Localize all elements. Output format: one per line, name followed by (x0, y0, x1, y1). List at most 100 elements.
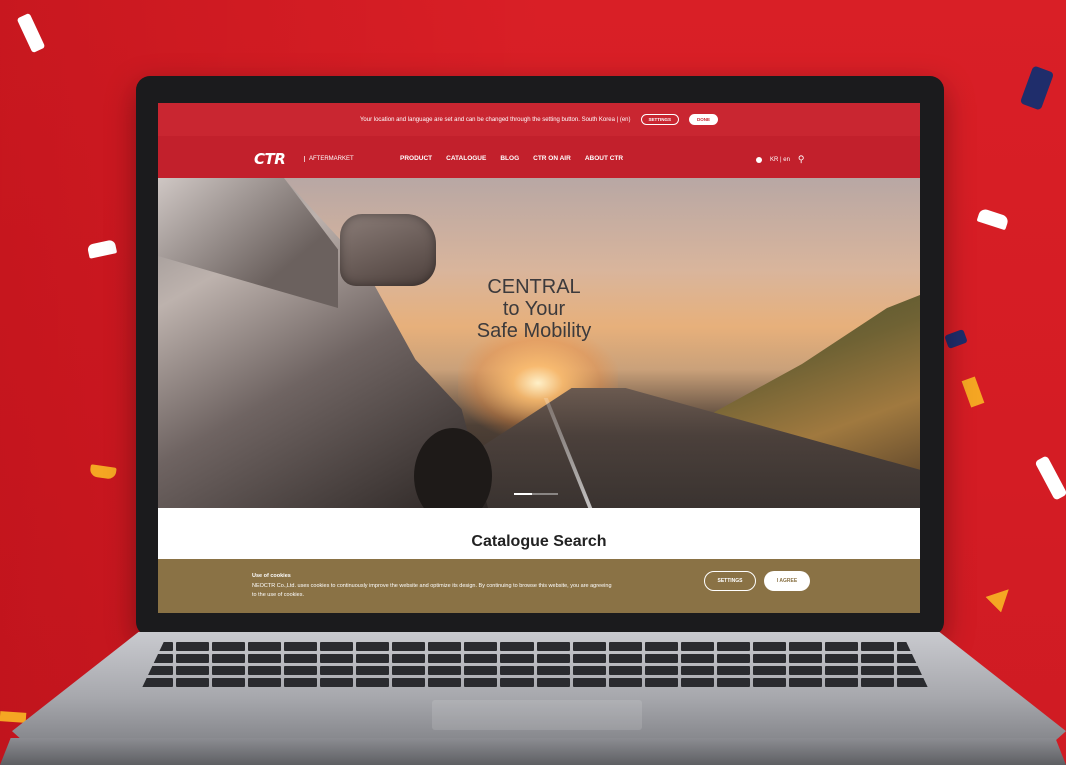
nav-item-about-ctr[interactable]: ABOUT CTR (585, 155, 623, 162)
keyboard-key (608, 642, 642, 651)
confetti-piece (985, 581, 1016, 612)
keyboard-key (284, 678, 318, 687)
confetti-piece (961, 376, 985, 408)
hero-line-1: CENTRAL (487, 276, 581, 298)
confetti-piece (1019, 65, 1055, 111)
keyboard-key (716, 654, 750, 663)
keyboard-key (212, 654, 246, 663)
confetti-piece (976, 207, 1010, 231)
keyboard-key (536, 666, 570, 675)
keyboard-key (644, 666, 678, 675)
keyboard-key (356, 666, 390, 675)
keyboard-key (608, 654, 642, 663)
confetti-piece (1034, 455, 1066, 501)
slide-indicator[interactable] (514, 493, 558, 495)
keyboard-key (212, 666, 246, 675)
notice-message: Your location and language are set and c… (359, 116, 631, 123)
hero-headline: CENTRAL to Your Safe Mobility (444, 276, 624, 342)
keyboard-key (680, 666, 714, 675)
keyboard-key (572, 654, 606, 663)
keyboard-key (788, 642, 822, 651)
keyboard-key (644, 654, 678, 663)
globe-icon (756, 156, 762, 163)
keyboard-key (644, 678, 678, 687)
keyboard-key (752, 654, 786, 663)
keyboard-key (500, 654, 534, 663)
keyboard-key (824, 666, 858, 675)
keyboard-key (752, 642, 786, 651)
keyboard-key (428, 678, 462, 687)
keyboard-key (860, 642, 894, 651)
confetti-piece (944, 329, 968, 349)
keyboard-key (752, 678, 786, 687)
keyboard-key (356, 642, 390, 651)
laptop-screen: Your location and language are set and c… (158, 103, 920, 613)
keyboard-key (356, 654, 390, 663)
keyboard-key (284, 654, 318, 663)
keyboard-key (824, 642, 858, 651)
keyboard-key (464, 678, 498, 687)
location-notice-bar: Your location and language are set and c… (158, 103, 920, 136)
keyboard-key (536, 678, 570, 687)
catalogue-search-title: Catalogue Search (471, 533, 607, 550)
laptop-trackpad (432, 700, 642, 730)
keyboard-key (176, 654, 210, 663)
keyboard-key (536, 654, 570, 663)
nav-item-product[interactable]: PRODUCT (400, 155, 432, 162)
keyboard-key (212, 642, 246, 651)
keyboard-key (284, 666, 318, 675)
keyboard-key (680, 678, 714, 687)
keyboard-key (392, 642, 426, 651)
language-selector[interactable]: KR | en (770, 157, 790, 163)
keyboard-key (284, 642, 318, 651)
keyboard-key (392, 654, 426, 663)
keyboard-key (248, 666, 282, 675)
keyboard-key (356, 678, 390, 687)
car-wheel (414, 428, 492, 508)
nav-utilities: KR | en ⚲ (756, 154, 805, 165)
keyboard-key (860, 654, 894, 663)
keyboard-key (608, 666, 642, 675)
cookie-settings-button[interactable]: SETTINGS (704, 571, 756, 591)
laptop-keyboard (140, 642, 930, 692)
search-icon[interactable]: ⚲ (798, 154, 805, 165)
keyboard-key (392, 666, 426, 675)
keyboard-key (824, 678, 858, 687)
nav-item-catalogue[interactable]: CATALOGUE (446, 155, 486, 162)
keyboard-key (572, 678, 606, 687)
keyboard-key (320, 666, 354, 675)
keyboard-key (680, 654, 714, 663)
keyboard-key (248, 654, 282, 663)
keyboard-key (464, 642, 498, 651)
keyboard-key (824, 654, 858, 663)
keyboard-key (716, 642, 750, 651)
keyboard-key (500, 666, 534, 675)
nav-item-blog[interactable]: BLOG (500, 155, 519, 162)
hero-line-2: to Your (502, 298, 566, 320)
keyboard-key (176, 678, 210, 687)
hero-line-3: Safe Mobility (476, 320, 592, 342)
keyboard-key (428, 654, 462, 663)
keyboard-key (464, 654, 498, 663)
slide-indicator-fill (514, 493, 532, 495)
cookie-title: Use of cookies (252, 573, 291, 579)
keyboard-key (248, 678, 282, 687)
cookie-message: NEOCTR Co.,Ltd. uses cookies to continuo… (252, 583, 612, 598)
keyboard-key (248, 642, 282, 651)
keyboard-key (680, 642, 714, 651)
keyboard-key (320, 678, 354, 687)
keyboard-key (860, 666, 894, 675)
ctr-logo[interactable]: CTR (254, 150, 286, 168)
keyboard-key (320, 642, 354, 651)
keyboard-key (572, 642, 606, 651)
nav-menu: PRODUCT CATALOGUE BLOG CTR ON AIR ABOUT … (400, 155, 623, 162)
nav-item-ctr-on-air[interactable]: CTR ON AIR (533, 155, 571, 162)
keyboard-key (176, 642, 210, 651)
notice-done-button[interactable]: DONE (689, 114, 719, 125)
cookie-agree-button[interactable]: I AGREE (764, 571, 810, 591)
keyboard-key (788, 654, 822, 663)
notice-settings-button[interactable]: SETTINGS (640, 114, 680, 125)
keyboard-key (644, 642, 678, 651)
cookie-banner: Use of cookies NEOCTR Co.,Ltd. uses cook… (158, 559, 920, 613)
keyboard-key (320, 654, 354, 663)
